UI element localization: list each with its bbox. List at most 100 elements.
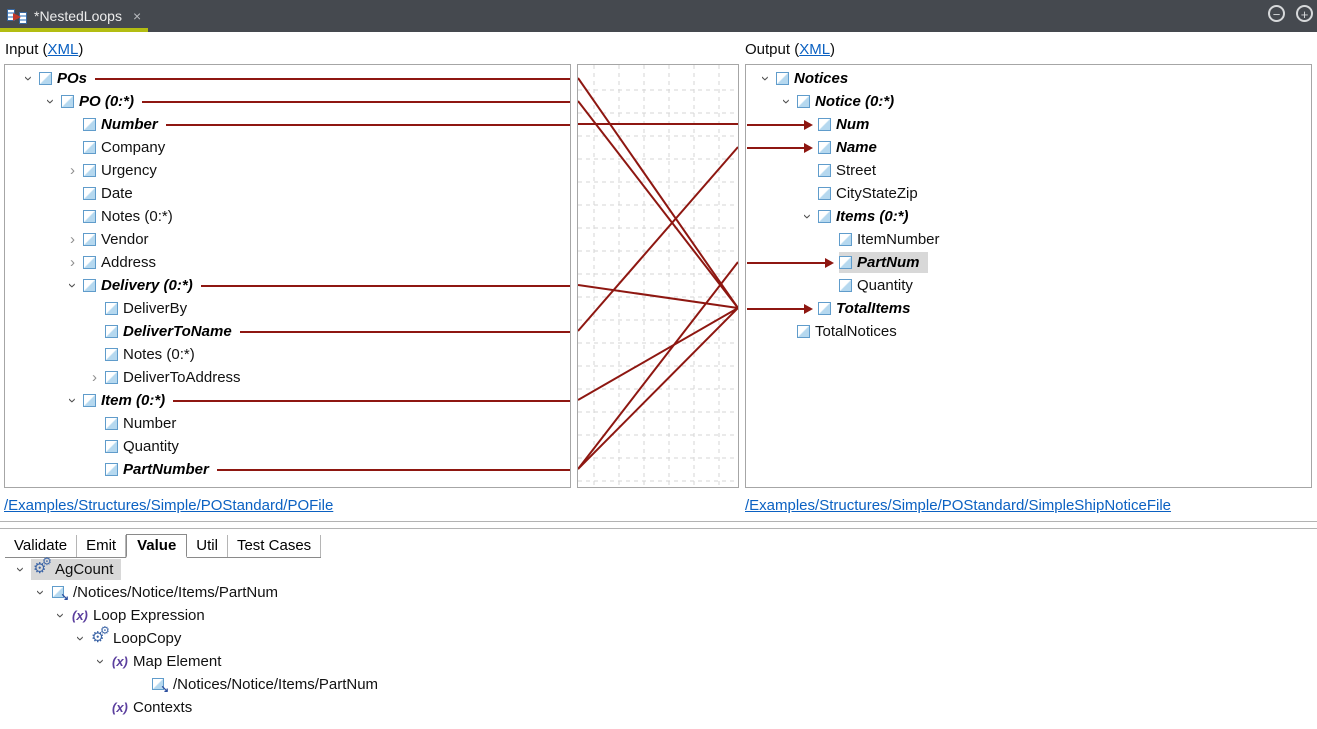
splitter-line-top[interactable] (0, 521, 1317, 522)
tab-emit[interactable]: Emit (77, 535, 126, 557)
tree-node-label: Quantity (857, 277, 916, 294)
value-tree-row[interactable]: › AgCount (0, 558, 1317, 581)
chevron-right-icon[interactable]: › (62, 163, 83, 178)
chevron-down-icon[interactable]: › (758, 68, 773, 89)
value-node-label: Loop Expression (93, 607, 208, 624)
zoom-in-button[interactable]: + (1296, 5, 1313, 22)
output-label: Output ( (745, 41, 799, 58)
input-tree-row[interactable]: DeliverToName (5, 320, 570, 343)
chevron-down-icon[interactable]: › (779, 91, 794, 112)
output-tree-row[interactable]: CityStateZip (746, 182, 1311, 205)
value-tree-row[interactable]: › Loop Expression (0, 604, 1317, 627)
selected-node-highlight: PartNum (839, 252, 928, 273)
output-file-link[interactable]: /Examples/Structures/Simple/POStandard/S… (745, 497, 1171, 514)
chevron-down-icon[interactable]: › (73, 628, 88, 649)
value-tree-row[interactable]: Contexts (0, 696, 1317, 719)
output-tree-row[interactable]: TotalNotices (746, 320, 1311, 343)
input-tree-row[interactable]: DeliverBy (5, 297, 570, 320)
mapping-arrow (747, 147, 812, 149)
tab-validate[interactable]: Validate (5, 535, 77, 557)
function-icon (111, 653, 133, 670)
document-tab[interactable]: *NestedLoops × (0, 0, 148, 32)
output-tree-row[interactable]: Num (746, 113, 1311, 136)
input-tree-row[interactable]: › POs (5, 67, 570, 90)
value-expression-tree: ›AgCount›/Notices/Notice/Items/PartNum›L… (0, 558, 1317, 719)
xml-element-icon (105, 440, 118, 453)
function-icon (111, 699, 133, 716)
chevron-right-icon[interactable]: › (84, 370, 105, 385)
tree-node-label: Name (836, 139, 880, 156)
input-tree-row[interactable]: › PO (0:*) (5, 90, 570, 113)
chevron-down-icon[interactable]: › (13, 559, 28, 580)
input-tree-row[interactable]: Company (5, 136, 570, 159)
tab-util[interactable]: Util (187, 535, 228, 557)
output-tree-row[interactable]: ›Notices (746, 67, 1311, 90)
tab-test-cases[interactable]: Test Cases (228, 535, 321, 557)
input-file-link[interactable]: /Examples/Structures/Simple/POStandard/P… (4, 497, 333, 514)
tree-node-label: TotalItems (836, 300, 913, 317)
output-tree-row[interactable]: ›Notice (0:*) (746, 90, 1311, 113)
tree-node-label: POs (57, 70, 90, 87)
chevron-right-icon[interactable]: › (62, 255, 83, 270)
mapping-lines (578, 65, 738, 487)
mapping-line-stub (217, 469, 570, 471)
output-tree-row[interactable]: Street (746, 159, 1311, 182)
value-node-label: AgCount (55, 561, 116, 578)
chevron-down-icon[interactable]: › (65, 275, 80, 296)
output-tree-row[interactable]: Quantity (746, 274, 1311, 297)
input-tree-row[interactable]: PartNumber (5, 458, 570, 481)
tree-node-label: DeliverToAddress (123, 369, 244, 386)
input-tree-row[interactable]: Number (5, 113, 570, 136)
output-tree-row[interactable]: TotalItems (746, 297, 1311, 320)
output-tree-row[interactable]: ItemNumber (746, 228, 1311, 251)
xml-element-icon (818, 210, 831, 223)
splitter-line-bottom[interactable] (0, 528, 1317, 529)
input-tree-row[interactable]: › Delivery (0:*) (5, 274, 570, 297)
input-xml-link[interactable]: XML (48, 41, 79, 58)
tree-node-label: Vendor (101, 231, 152, 248)
xml-element-icon (105, 348, 118, 361)
output-tree-row[interactable]: Name (746, 136, 1311, 159)
chevron-right-icon[interactable]: › (62, 232, 83, 247)
value-tree-row[interactable]: ›LoopCopy (0, 627, 1317, 650)
xml-element-icon (83, 279, 96, 292)
input-tree-row[interactable]: Notes (0:*) (5, 205, 570, 228)
output-xml-link[interactable]: XML (799, 41, 830, 58)
title-bar: *NestedLoops × − + (0, 0, 1317, 32)
input-tree-row[interactable]: Notes (0:*) (5, 343, 570, 366)
gears-icon (91, 630, 113, 647)
input-tree-row[interactable]: ›Address (5, 251, 570, 274)
tab-value[interactable]: Value (126, 534, 187, 558)
chevron-down-icon[interactable]: › (800, 206, 815, 227)
gears-icon (33, 561, 55, 578)
close-icon[interactable]: × (133, 8, 141, 24)
xml-element-arrow-icon (152, 678, 164, 690)
tree-node-label: Delivery (0:*) (101, 277, 196, 294)
input-tree-row[interactable]: ›Item (0:*) (5, 389, 570, 412)
input-tree-row[interactable]: Date (5, 182, 570, 205)
input-tree-row[interactable]: Number (5, 412, 570, 435)
input-tree-row[interactable]: › Vendor (5, 228, 570, 251)
output-tree-row[interactable]: PartNum (746, 251, 1311, 274)
mapping-arrow (747, 124, 812, 126)
value-tree-row[interactable]: /Notices/Notice/Items/PartNum (0, 673, 1317, 696)
chevron-down-icon[interactable]: › (21, 68, 36, 89)
input-tree-row[interactable]: ›Urgency (5, 159, 570, 182)
input-tree-row[interactable]: › DeliverToAddress (5, 366, 570, 389)
chevron-down-icon[interactable]: › (65, 390, 80, 411)
xml-element-icon (39, 72, 52, 85)
chevron-down-icon[interactable]: › (53, 605, 68, 626)
chevron-down-icon[interactable]: › (93, 651, 108, 672)
input-header: Input (XML) (5, 41, 83, 58)
xml-element-icon (83, 394, 96, 407)
mapping-line-stub (166, 124, 570, 126)
zoom-out-button[interactable]: − (1268, 5, 1285, 22)
value-tree-row[interactable]: ›Map Element (0, 650, 1317, 673)
tree-node-label: PO (0:*) (79, 93, 137, 110)
value-tree-row[interactable]: ›/Notices/Notice/Items/PartNum (0, 581, 1317, 604)
chevron-down-icon[interactable]: › (33, 582, 48, 603)
tree-node-label: DeliverToName (123, 323, 235, 340)
chevron-down-icon[interactable]: › (43, 91, 58, 112)
output-tree-row[interactable]: ›Items (0:*) (746, 205, 1311, 228)
input-tree-row[interactable]: Quantity (5, 435, 570, 458)
